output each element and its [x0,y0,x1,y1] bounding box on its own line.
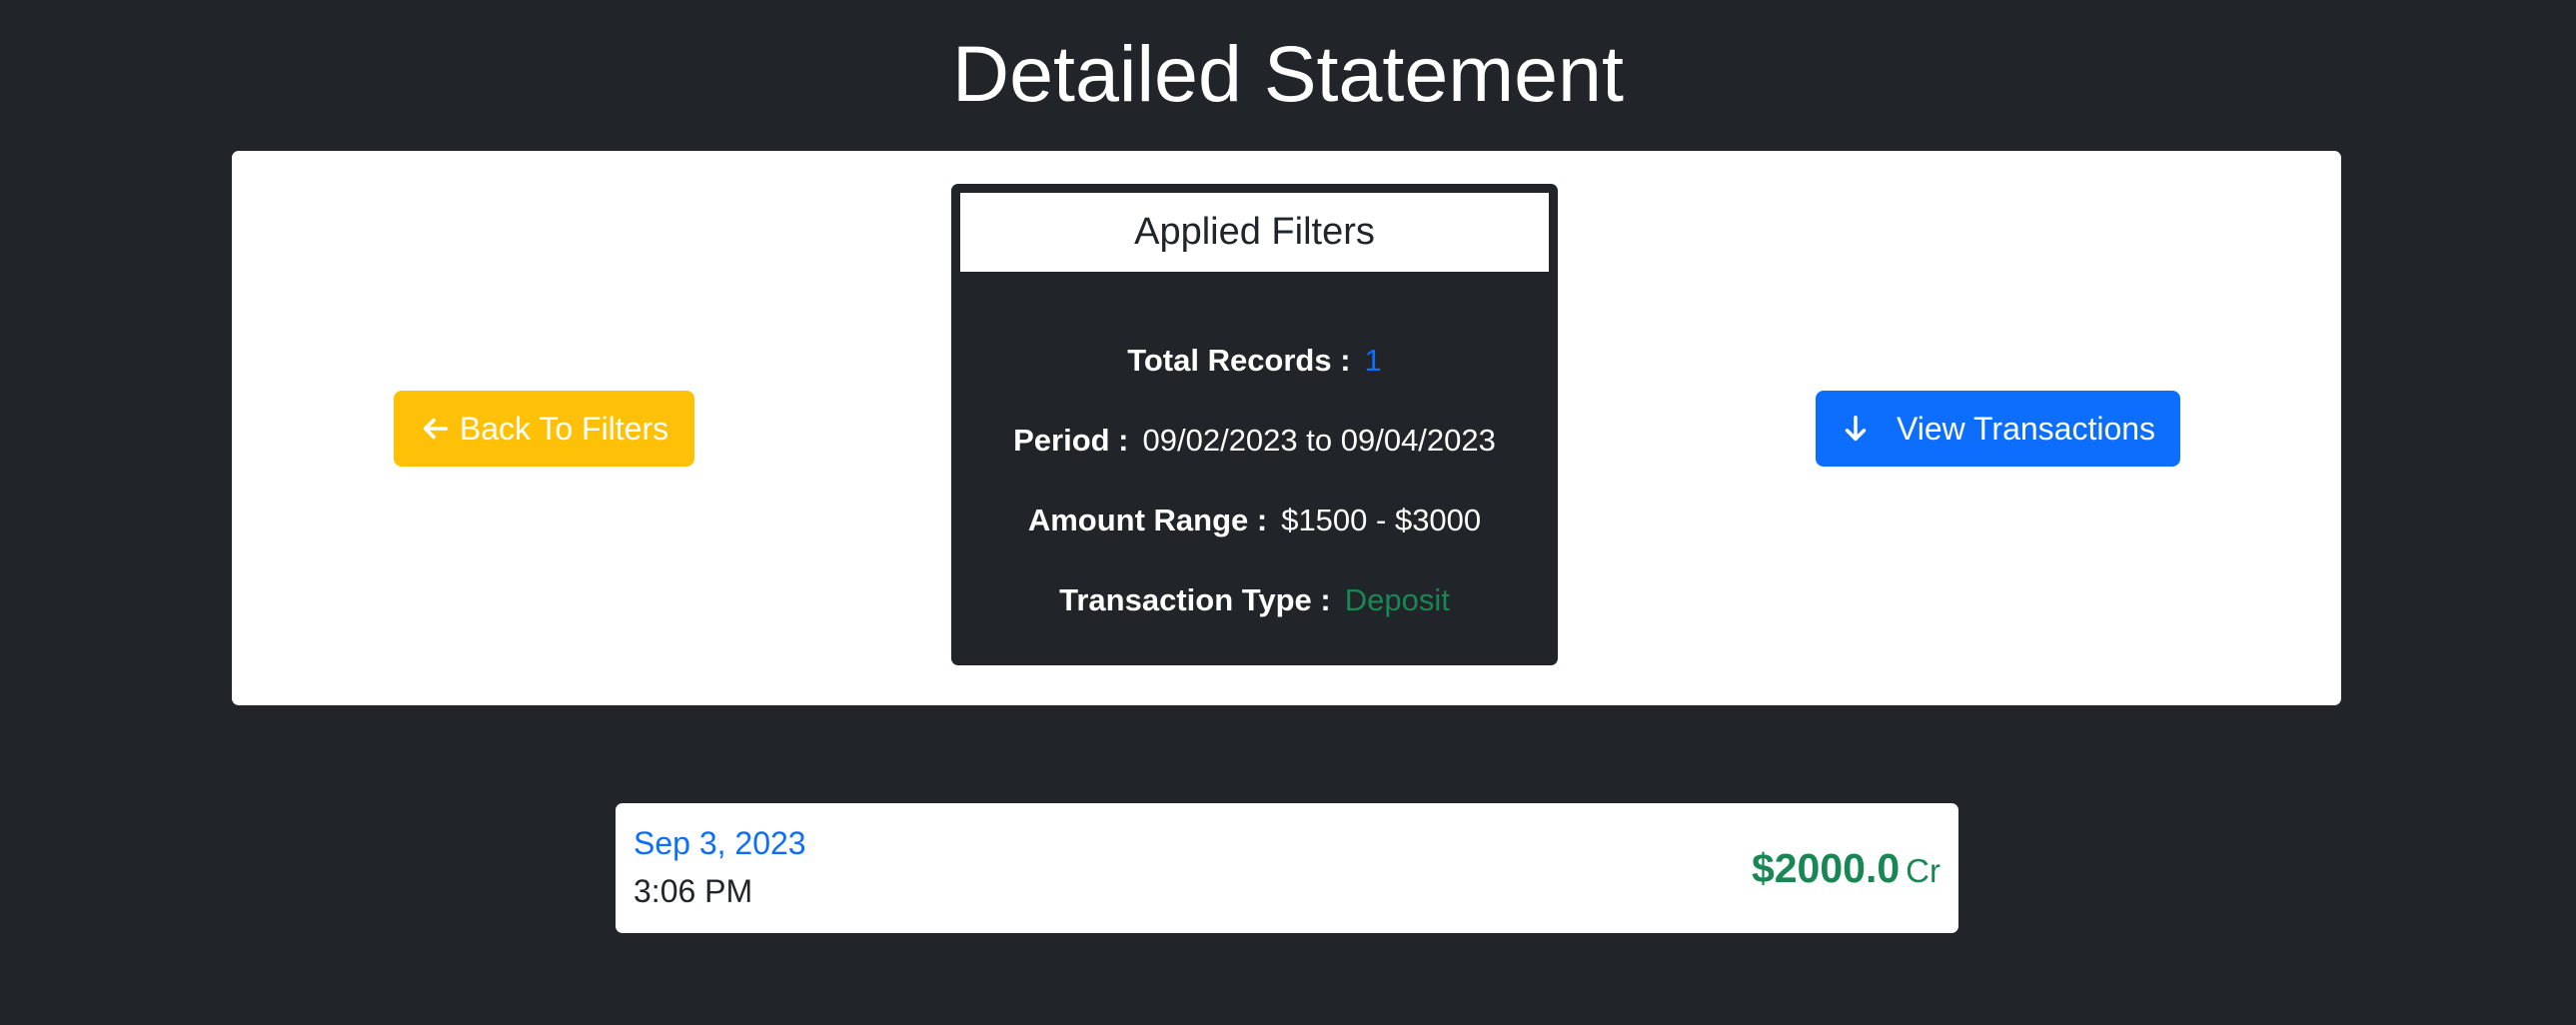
transaction-time: 3:06 PM [634,873,753,909]
applied-filters-card: Applied Filters Total Records : 1 Period … [951,184,1558,665]
period-value: 09/02/2023 to 09/04/2023 [1142,423,1496,458]
period-label: Period : [1013,423,1129,458]
filter-transaction-type: Transaction Type : Deposit [951,578,1558,622]
total-records-value: 1 [1364,343,1382,378]
transaction-item[interactable]: Sep 3, 2023 3:06 PM $2000.0 Cr [616,803,1958,933]
view-transactions-button[interactable]: View Transactions [1816,391,2180,467]
view-transactions-label: View Transactions [1896,410,2156,447]
filter-period: Period : 09/02/2023 to 09/04/2023 [951,419,1558,463]
arrow-left-icon [420,414,460,444]
amount-range-label: Amount Range : [1027,503,1268,537]
transaction-amount-group: $2000.0 Cr [1752,841,1940,905]
transaction-type-value: Deposit [1344,582,1450,617]
back-to-filters-label: Back To Filters [459,410,669,447]
filter-total-records: Total Records : 1 [951,339,1558,383]
arrow-down-icon [1841,414,1897,444]
amount-range-value: $1500 - $3000 [1281,503,1482,537]
applied-filters-header: Applied Filters [960,193,1549,272]
total-records-label: Total Records : [1127,343,1351,378]
page-title: Detailed Statement [952,29,1624,118]
transaction-date: Sep 3, 2023 [634,825,806,861]
filter-summary-panel: Back To Filters Applied Filters Total Re… [232,151,2341,705]
filter-amount-range: Amount Range : $1500 - $3000 [951,499,1558,542]
transaction-amount: $2000.0 [1751,845,1901,891]
transaction-credit-suffix: Cr [1906,852,1940,889]
transaction-type-label: Transaction Type : [1059,582,1331,617]
back-to-filters-button[interactable]: Back To Filters [394,391,694,467]
